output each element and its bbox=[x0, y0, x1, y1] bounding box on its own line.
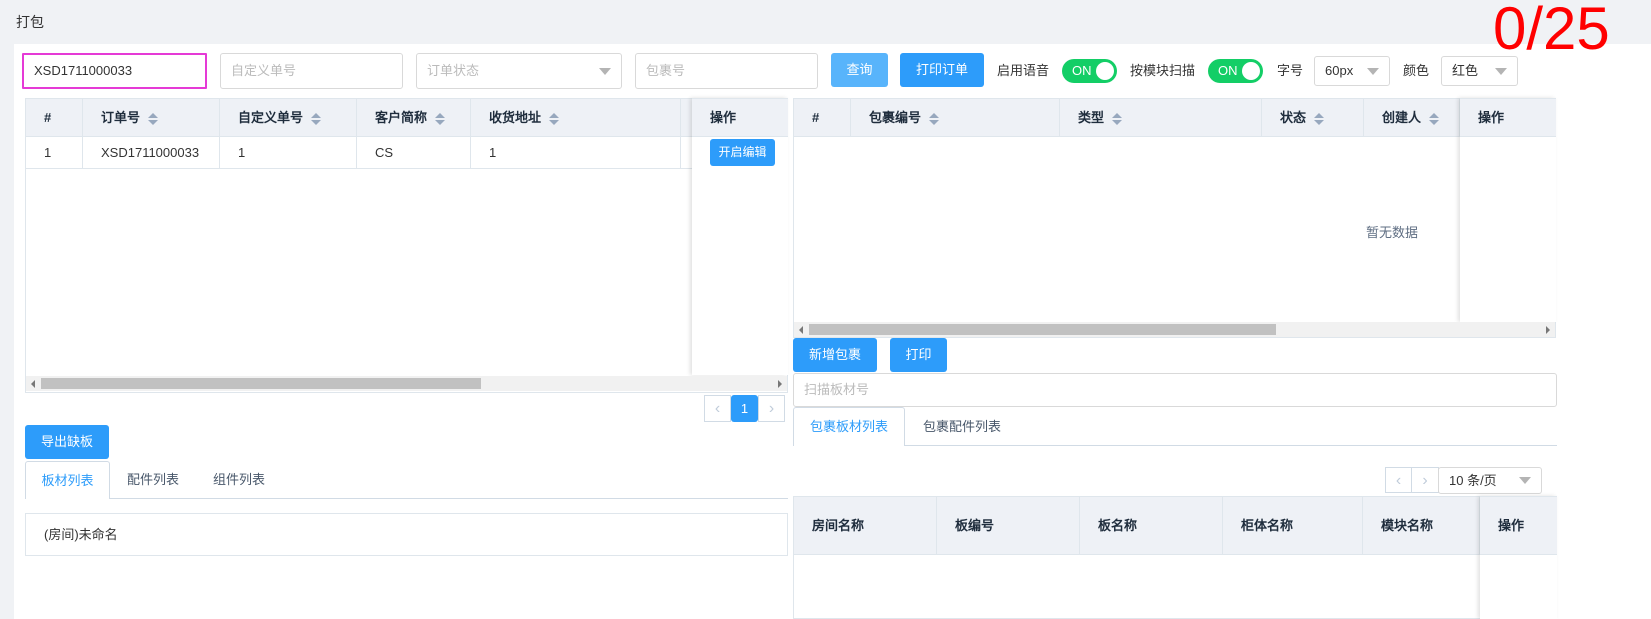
col-package-no[interactable]: 包裹编号 bbox=[851, 99, 1060, 136]
cell-address: 1 bbox=[471, 137, 681, 169]
print-order-button[interactable]: 打印订单 bbox=[900, 53, 984, 87]
font-size-select[interactable]: 60px bbox=[1314, 56, 1390, 86]
next-page-button[interactable]: › bbox=[758, 395, 785, 422]
col-customer[interactable]: 客户简称 bbox=[357, 99, 471, 136]
sort-icon[interactable] bbox=[1314, 112, 1325, 125]
package-no-input[interactable]: 包裹号 bbox=[635, 53, 818, 89]
cell-custom-no: 1 bbox=[220, 137, 357, 169]
packages-action-column: 操作 bbox=[1460, 98, 1556, 322]
color-value: 红色 bbox=[1452, 63, 1479, 78]
tab-board-list[interactable]: 板材列表 bbox=[25, 461, 110, 499]
page-size-value: 10 条/页 bbox=[1449, 473, 1497, 488]
order-status-placeholder: 订单状态 bbox=[427, 63, 480, 78]
packages-scrollbar[interactable] bbox=[794, 322, 1555, 337]
col-room-name: 房间名称 bbox=[794, 497, 937, 554]
empty-text: 暂无数据 bbox=[1366, 225, 1419, 240]
cell-index: 1 bbox=[26, 137, 83, 169]
scan-board-input[interactable]: 扫描板材号 bbox=[793, 373, 1557, 407]
next-page-button[interactable]: › bbox=[1412, 467, 1439, 493]
table-row[interactable]: 1 XSD1711000033 1 CS 1 bbox=[26, 137, 692, 169]
col-action: 操作 bbox=[1460, 98, 1556, 137]
voice-toggle[interactable]: ON bbox=[1062, 59, 1117, 83]
tab-package-boards[interactable]: 包裹板材列表 bbox=[793, 407, 905, 446]
prev-page-button[interactable]: ‹ bbox=[704, 395, 731, 422]
board-action-column: 操作 bbox=[1480, 496, 1557, 619]
sort-icon[interactable] bbox=[435, 112, 446, 125]
col-address[interactable]: 收货地址 bbox=[471, 99, 681, 136]
tab-component-list[interactable]: 组件列表 bbox=[196, 461, 282, 499]
page-1-button[interactable]: 1 bbox=[731, 395, 758, 422]
tab-fitting-list[interactable]: 配件列表 bbox=[112, 461, 194, 499]
scroll-left-icon[interactable] bbox=[799, 326, 803, 334]
scrollbar-thumb[interactable] bbox=[809, 324, 1276, 335]
sort-icon[interactable] bbox=[1429, 112, 1440, 125]
sort-icon[interactable] bbox=[929, 112, 940, 125]
col-creator[interactable]: 创建人 bbox=[1364, 99, 1460, 136]
toggle-knob bbox=[1242, 62, 1260, 80]
chevron-down-icon bbox=[1495, 68, 1507, 75]
col-action: 操作 bbox=[1480, 496, 1557, 555]
tab-package-fittings[interactable]: 包裹配件列表 bbox=[907, 408, 1017, 446]
print-package-button[interactable]: 打印 bbox=[890, 338, 947, 372]
voice-label: 启用语音 bbox=[997, 63, 1050, 78]
col-module-name: 模块名称 bbox=[1363, 497, 1480, 554]
col-cabinet-name: 柜体名称 bbox=[1223, 497, 1363, 554]
page-size-select[interactable]: 10 条/页 bbox=[1438, 467, 1542, 494]
chevron-down-icon bbox=[1519, 477, 1531, 484]
scroll-right-icon[interactable] bbox=[778, 380, 782, 388]
sort-icon[interactable] bbox=[549, 112, 560, 125]
orders-action-column: 操作 开启编辑 bbox=[692, 98, 788, 375]
cell-order-no: XSD1711000033 bbox=[83, 137, 220, 169]
voice-toggle-text: ON bbox=[1072, 63, 1092, 78]
export-missing-button[interactable]: 导出缺板 bbox=[25, 425, 109, 459]
order-status-select[interactable]: 订单状态 bbox=[416, 53, 622, 89]
packages-table-header: # 包裹编号 类型 状态 创建人 bbox=[794, 98, 1460, 137]
chevron-down-icon bbox=[599, 68, 611, 75]
scroll-right-icon[interactable] bbox=[1546, 326, 1550, 334]
col-index: # bbox=[794, 99, 851, 136]
scrollbar-thumb[interactable] bbox=[41, 378, 481, 389]
color-label: 颜色 bbox=[1403, 63, 1430, 78]
enable-edit-button[interactable]: 开启编辑 bbox=[710, 139, 775, 166]
room-list-item[interactable]: (房间)未命名 bbox=[25, 513, 788, 556]
cell-customer: CS bbox=[357, 137, 471, 169]
chevron-down-icon bbox=[1367, 68, 1379, 75]
color-select[interactable]: 红色 bbox=[1441, 56, 1518, 86]
module-scan-toggle-text: ON bbox=[1218, 63, 1238, 78]
font-size-value: 60px bbox=[1325, 63, 1354, 78]
query-button[interactable]: 查询 bbox=[831, 53, 888, 87]
col-custom-no[interactable]: 自定义单号 bbox=[220, 99, 357, 136]
page-title: 打包 bbox=[16, 14, 44, 30]
orders-scrollbar[interactable] bbox=[26, 376, 787, 391]
board-table-header: 房间名称 板编号 板名称 柜体名称 模块名称 bbox=[794, 496, 1480, 555]
module-scan-toggle[interactable]: ON bbox=[1208, 59, 1263, 83]
col-index: # bbox=[26, 99, 83, 136]
font-size-label: 字号 bbox=[1277, 63, 1304, 78]
add-package-button[interactable]: 新增包裹 bbox=[793, 338, 877, 372]
prev-page-button[interactable]: ‹ bbox=[1385, 467, 1412, 493]
scroll-left-icon[interactable] bbox=[31, 380, 35, 388]
module-scan-label: 按模块扫描 bbox=[1130, 63, 1196, 78]
sort-icon[interactable] bbox=[1112, 112, 1123, 125]
scan-counter: 0/25 bbox=[1493, 0, 1610, 62]
sort-icon[interactable] bbox=[148, 112, 159, 125]
col-status[interactable]: 状态 bbox=[1262, 99, 1364, 136]
orders-table-header: # 订单号 自定义单号 客户简称 收货地址 bbox=[26, 98, 692, 137]
col-board-name: 板名称 bbox=[1080, 497, 1223, 554]
order-no-input[interactable]: XSD1711000033 bbox=[22, 53, 207, 89]
custom-no-input[interactable]: 自定义单号 bbox=[220, 53, 403, 89]
col-action: 操作 bbox=[692, 98, 788, 137]
col-board-no: 板编号 bbox=[937, 497, 1080, 554]
col-type[interactable]: 类型 bbox=[1060, 99, 1262, 136]
sort-icon[interactable] bbox=[311, 112, 322, 125]
col-order-no[interactable]: 订单号 bbox=[83, 99, 220, 136]
toggle-knob bbox=[1096, 62, 1114, 80]
